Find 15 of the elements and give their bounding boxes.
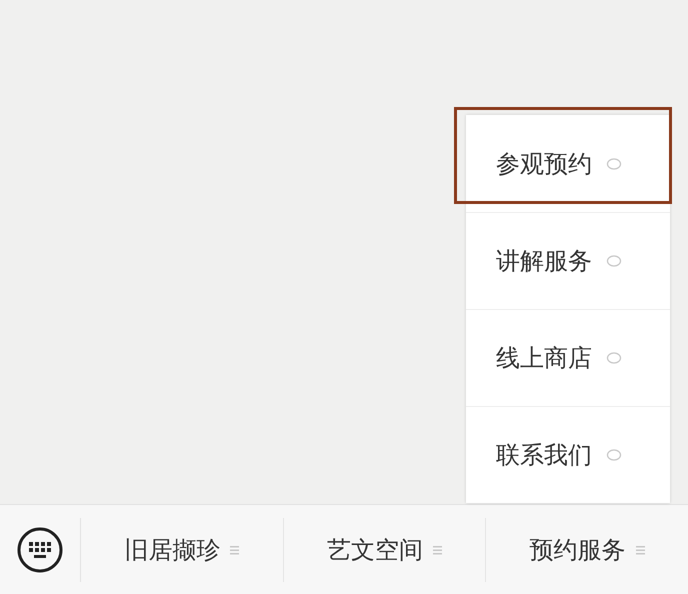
menu-icon	[230, 544, 240, 554]
bubble-icon	[606, 156, 622, 170]
submenu-item[interactable]: 讲解服务	[466, 212, 670, 309]
menu-tab[interactable]: 旧居撷珍	[81, 518, 284, 582]
bubble-icon	[606, 254, 622, 268]
submenu-item[interactable]: 线上商店	[466, 309, 670, 406]
submenu-item[interactable]: 联系我们	[466, 406, 670, 503]
submenu-item[interactable]: 参观预约	[466, 115, 670, 212]
menu-tab[interactable]: 艺文空间	[284, 518, 486, 582]
menu-icon	[636, 544, 645, 554]
bubble-icon	[606, 448, 622, 462]
menu-tab[interactable]: 预约服务	[486, 518, 688, 582]
bubble-icon	[606, 351, 622, 365]
menu-icon	[433, 544, 442, 554]
keyboard-icon[interactable]	[16, 526, 64, 574]
